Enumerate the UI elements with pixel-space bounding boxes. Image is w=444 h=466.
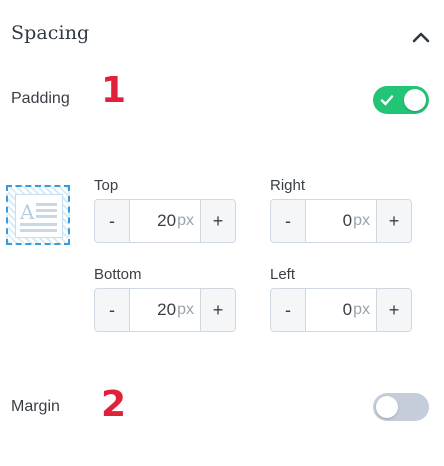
- top-unit: px: [177, 212, 194, 229]
- top-value-input[interactable]: 20 px: [130, 200, 200, 242]
- top-decrement-button[interactable]: -: [95, 200, 130, 242]
- top-field-label: Top: [94, 177, 119, 194]
- toggle-knob: [404, 89, 426, 111]
- left-field-label: Left: [270, 266, 296, 283]
- checkmark-icon: [379, 92, 395, 108]
- padding-label: Padding: [11, 90, 70, 107]
- left-stepper: - 0 px +: [270, 288, 412, 332]
- right-field-label: Right: [270, 177, 306, 194]
- left-value: 0: [342, 300, 353, 319]
- chevron-up-icon[interactable]: [410, 26, 432, 48]
- toggle-knob: [376, 396, 398, 418]
- bottom-decrement-button[interactable]: -: [95, 289, 130, 331]
- svg-text:A: A: [19, 200, 35, 224]
- right-increment-button[interactable]: +: [376, 200, 411, 242]
- padding-toggle[interactable]: [373, 86, 429, 114]
- bottom-increment-button[interactable]: +: [200, 289, 235, 331]
- bottom-value: 20: [157, 300, 177, 319]
- bottom-field-label: Bottom: [94, 266, 142, 283]
- right-decrement-button[interactable]: -: [271, 200, 306, 242]
- top-stepper: - 20 px +: [94, 199, 236, 243]
- margin-toggle[interactable]: [373, 393, 429, 421]
- bottom-stepper: - 20 px +: [94, 288, 236, 332]
- top-increment-button[interactable]: +: [200, 200, 235, 242]
- top-value: 20: [157, 211, 177, 230]
- right-stepper: - 0 px +: [270, 199, 412, 243]
- annotation-number-2: 2: [101, 384, 127, 425]
- left-value-input[interactable]: 0 px: [306, 289, 376, 331]
- left-decrement-button[interactable]: -: [271, 289, 306, 331]
- padding-box-icon: A: [6, 185, 70, 245]
- right-value-input[interactable]: 0 px: [306, 200, 376, 242]
- margin-label: Margin: [11, 398, 60, 415]
- bottom-unit: px: [177, 301, 194, 318]
- spacing-section-title: Spacing: [11, 22, 90, 44]
- left-unit: px: [353, 301, 370, 318]
- right-value: 0: [342, 211, 353, 230]
- annotation-number-1: 1: [101, 70, 127, 111]
- bottom-value-input[interactable]: 20 px: [130, 289, 200, 331]
- right-unit: px: [353, 212, 370, 229]
- left-increment-button[interactable]: +: [376, 289, 411, 331]
